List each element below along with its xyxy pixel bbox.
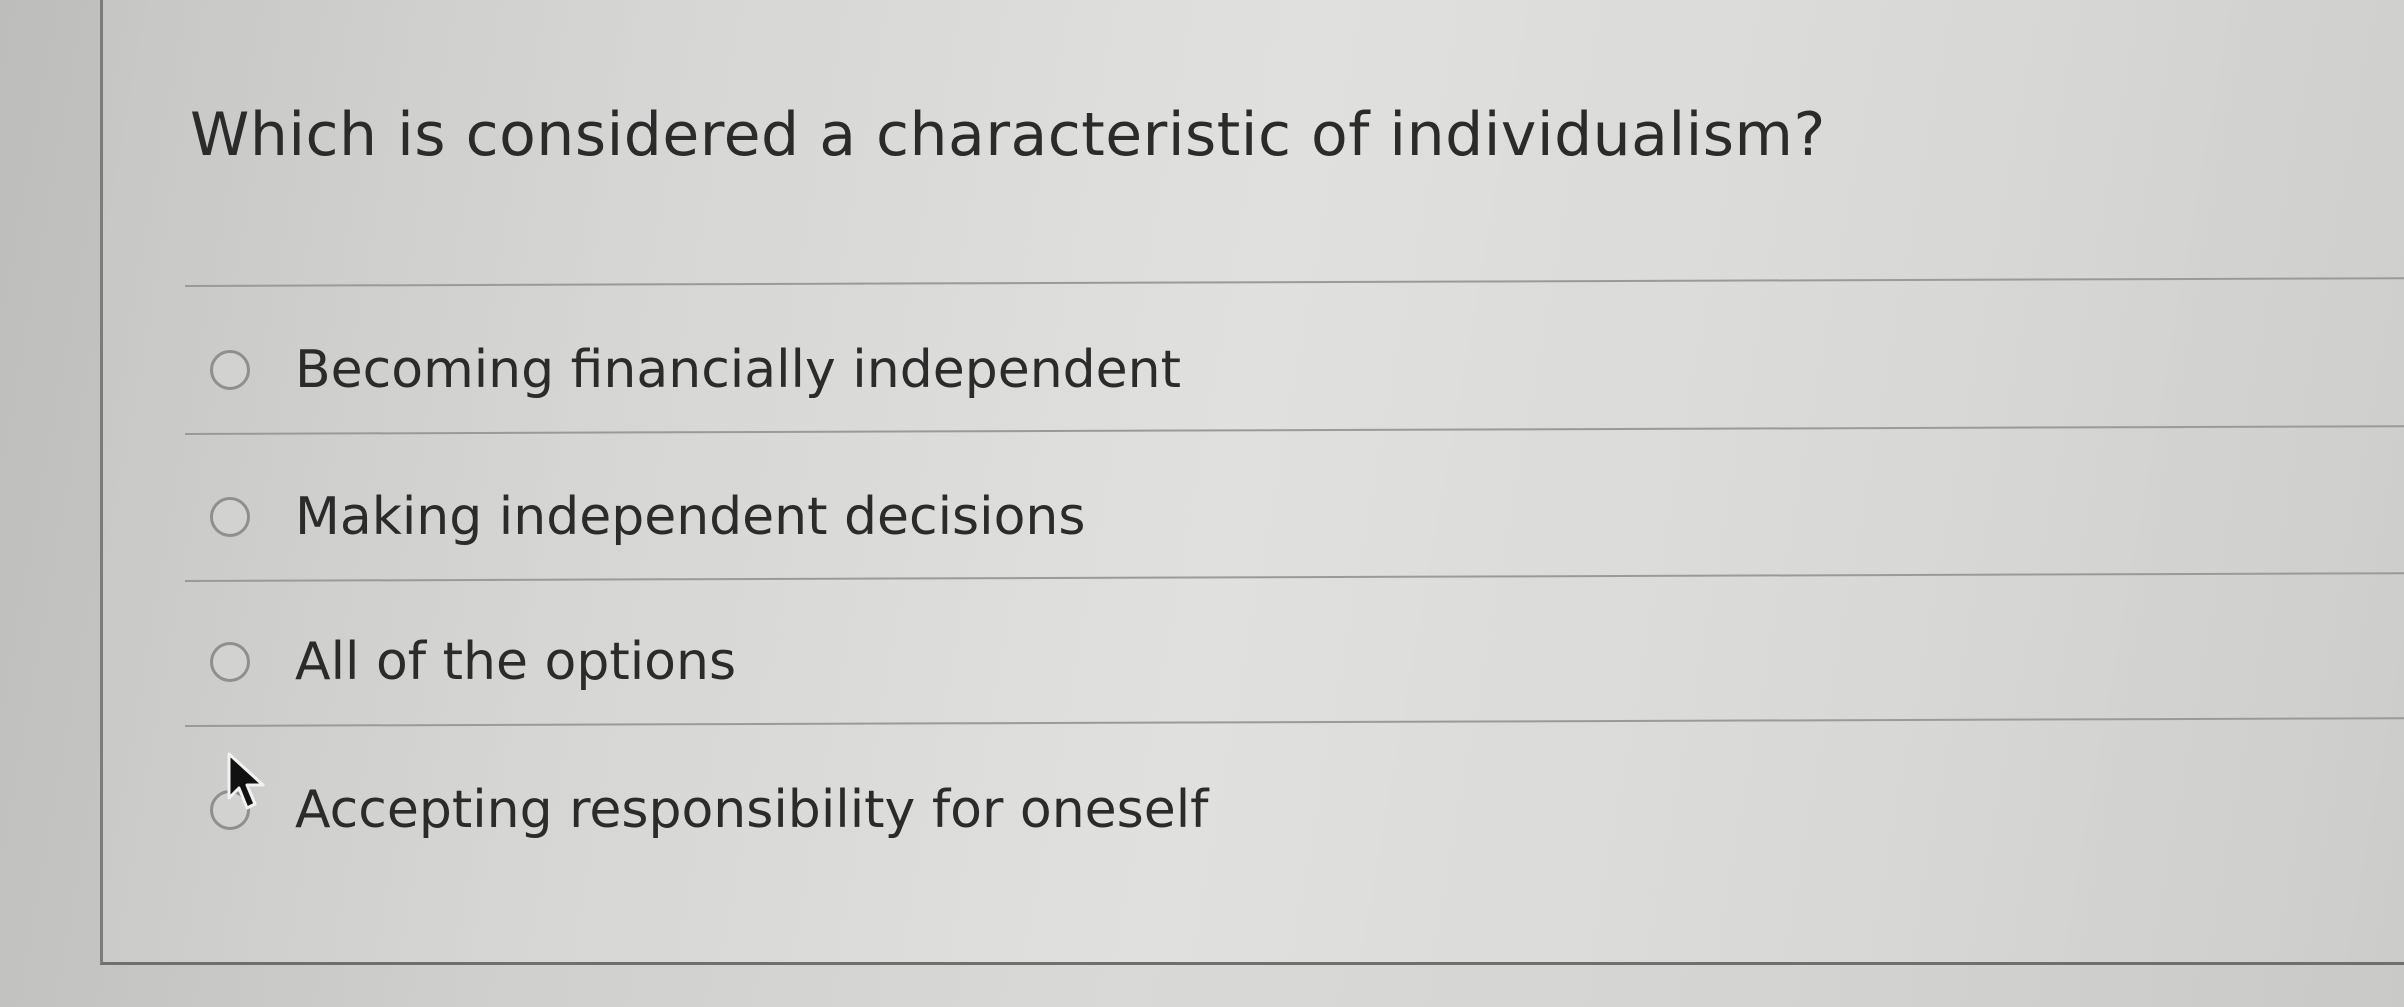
option-all-of-the-options[interactable]: All of the options [210,622,736,702]
option-label: Making independent decisions [295,487,1086,547]
option-accepting-responsibility[interactable]: Accepting responsibility for oneself [210,770,1208,850]
question-text: Which is considered a characteristic of … [190,100,1826,170]
option-label: Becoming financially independent [295,340,1182,400]
option-label: All of the options [295,632,737,692]
mouse-cursor-icon [227,752,265,810]
option-label: Accepting responsibility for oneself [295,780,1209,840]
radio-button[interactable] [210,350,250,390]
radio-button[interactable] [210,497,250,537]
option-becoming-financially-independent[interactable]: Becoming financially independent [210,330,1181,410]
option-making-independent-decisions[interactable]: Making independent decisions [210,477,1085,557]
radio-button[interactable] [210,642,250,682]
screen-background: Which is considered a characteristic of … [0,0,2404,1007]
